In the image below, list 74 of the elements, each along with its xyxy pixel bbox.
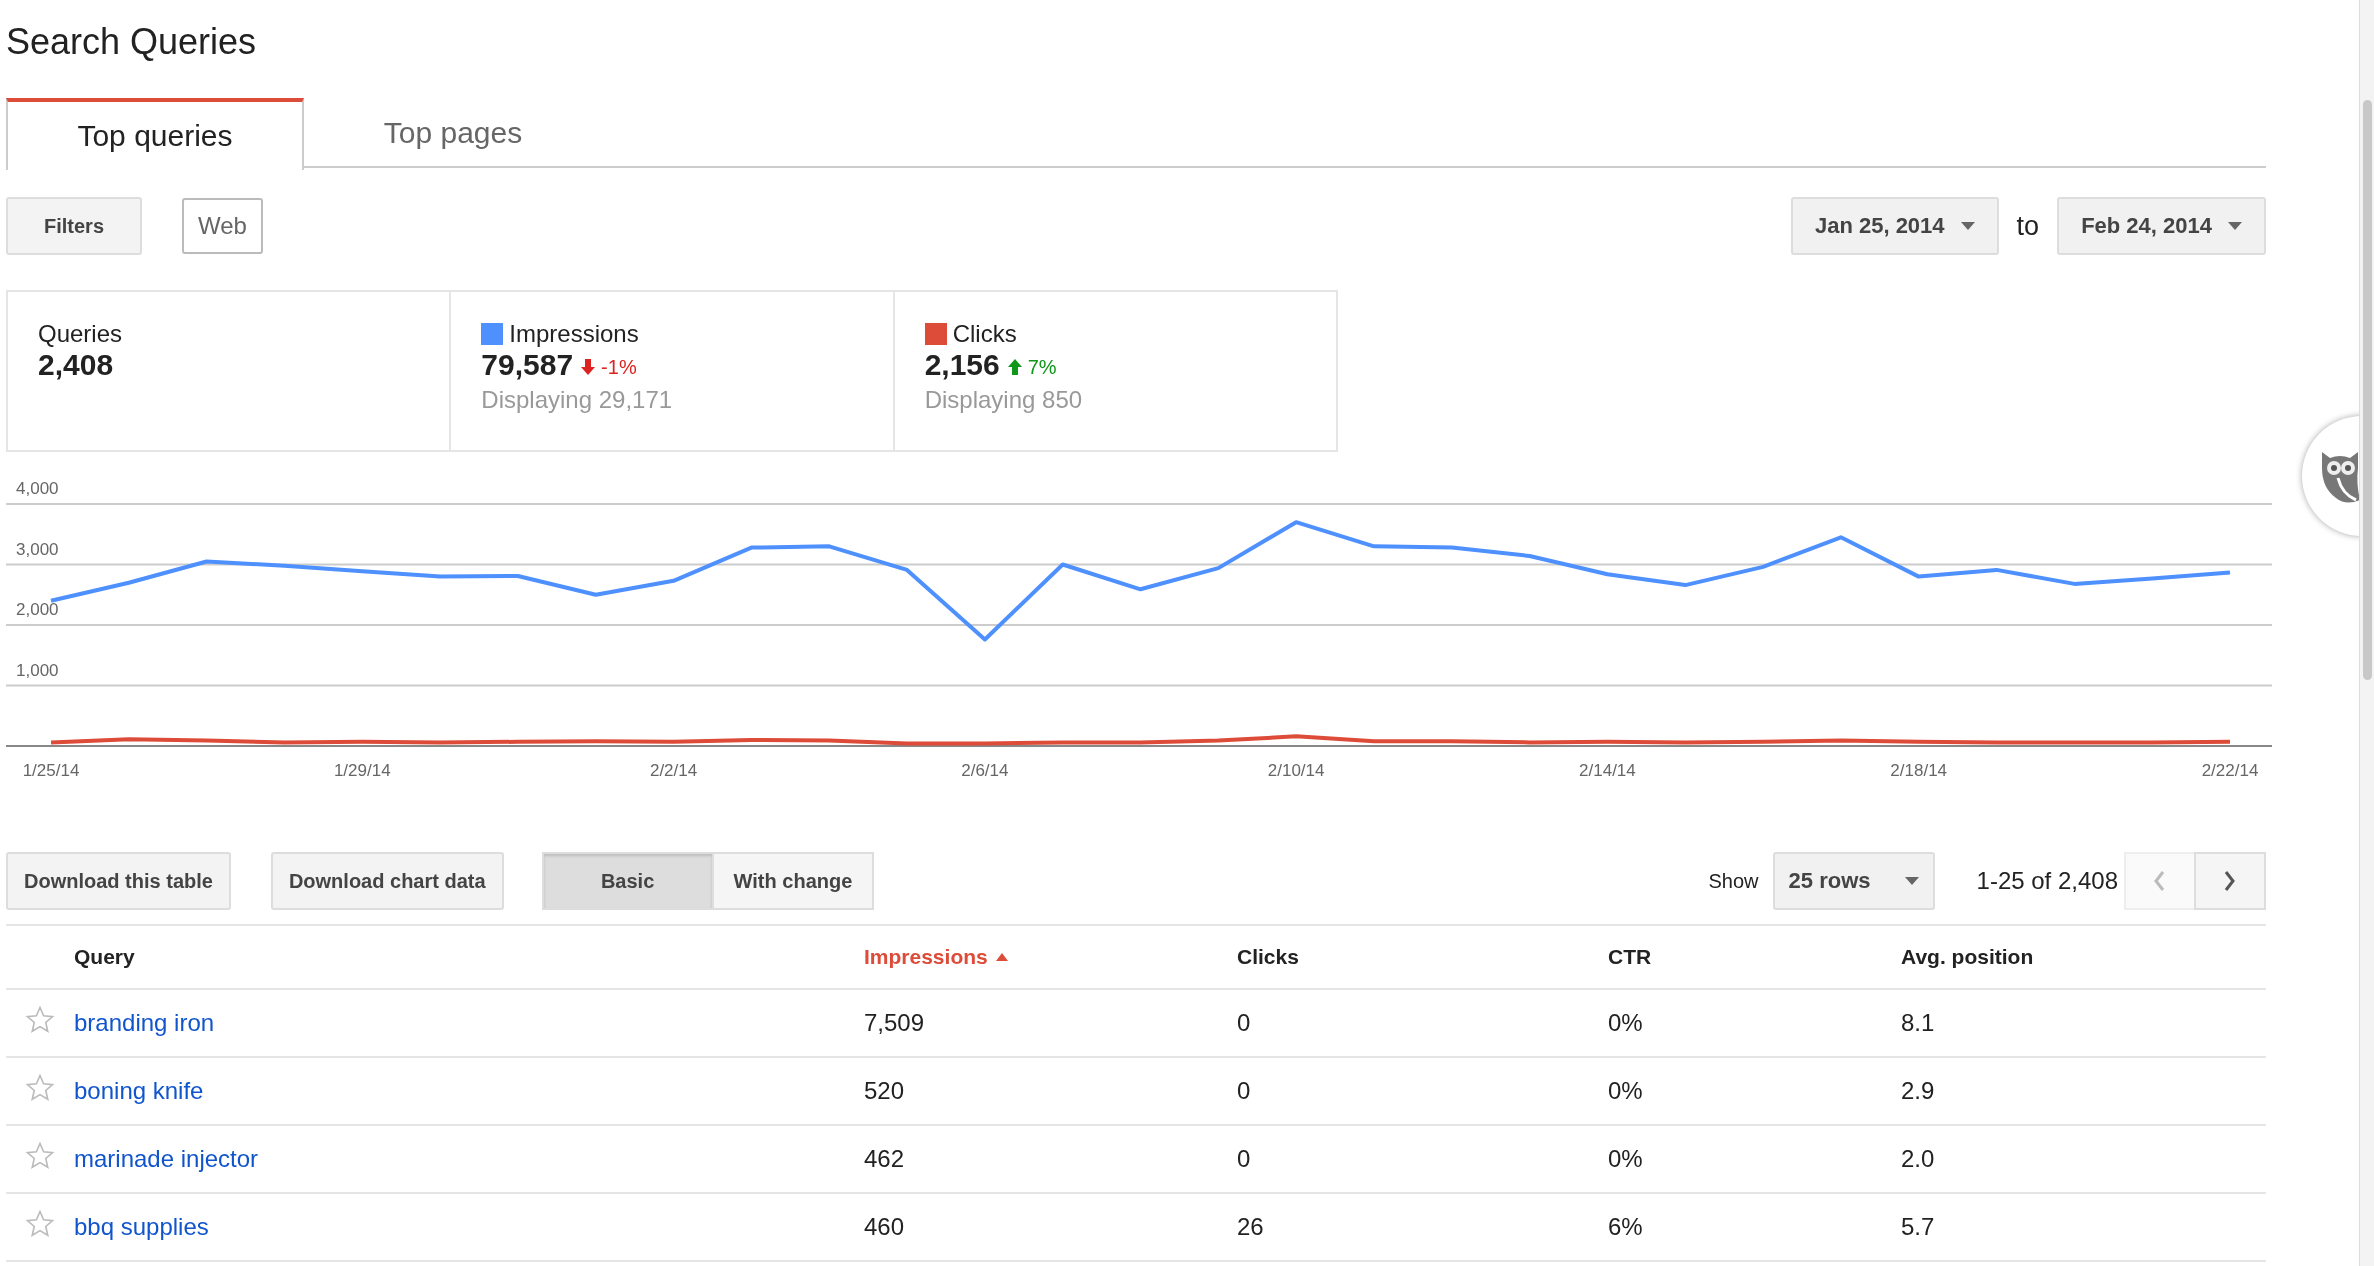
view-toggle[interactable]: With change [711,852,875,910]
caret-icon [2228,222,2242,230]
page-title: Search Queries [6,20,257,64]
chevron-right-icon [2223,870,2237,892]
table-cell: 0% [1608,1145,1643,1172]
x-axis-label: 2/10/14 [1267,761,1325,780]
stat-value: 79,587 [481,348,574,382]
query-link[interactable]: boning knife [74,1077,204,1104]
column-header[interactable]: Avg. position [1901,945,2034,969]
filters-button[interactable]: Filters [6,197,143,255]
view-toggle[interactable]: Basic [541,852,714,910]
star-icon[interactable] [25,1209,55,1239]
star-icon[interactable] [25,1141,55,1171]
star-icon[interactable] [25,1005,55,1035]
tab[interactable]: Top pages [304,98,602,168]
query-link[interactable]: branding iron [74,1009,215,1036]
stat-label: Queries [38,320,123,348]
table-cell: 26 [1237,1213,1264,1240]
table-cell: 0 [1237,1145,1251,1172]
stat-note: Displaying 850 [924,386,1084,414]
stat-value: 2,156 [924,348,1000,382]
table-cell: 6% [1608,1213,1643,1240]
x-axis-label: 1/29/14 [333,761,391,780]
y-axis-label: 3,000 [16,539,59,559]
x-axis-label: 2/22/14 [2201,761,2259,780]
legend-label: Clicks [952,320,1017,348]
table-cell: 5.7 [1901,1213,1935,1240]
query-link[interactable]: bbq supplies [74,1213,209,1240]
stat-note: Displaying 29,171 [481,386,674,414]
download-chart-button[interactable]: Download chart data [270,852,504,910]
tab[interactable]: Top queries [6,98,304,170]
x-axis-label: 2/18/14 [1890,761,1948,780]
table-cell: 0 [1237,1077,1251,1104]
query-link[interactable]: marinade injector [74,1145,259,1172]
table-cell: 520 [864,1077,905,1104]
y-axis-label: 4,000 [16,479,59,498]
table-cell: 2.0 [1901,1145,1935,1172]
start-date-dropdown[interactable]: Jan 25, 2014 [1790,197,1999,255]
y-axis-label: 2,000 [16,600,59,619]
page-range: 1-25 of 2,408 [1976,867,2118,895]
x-axis-label: 1/25/14 [22,761,80,780]
table-cell: 462 [864,1145,905,1172]
x-axis-label: 2/14/14 [1579,761,1636,780]
table-cell: 0% [1608,1077,1643,1104]
filter-chip[interactable]: Web [182,198,263,254]
download-table-button[interactable]: Download this table [6,852,231,910]
date-separator: to [2016,210,2040,242]
star-icon[interactable] [25,1073,55,1103]
end-date-dropdown[interactable]: Feb 24, 2014 [2057,197,2266,255]
column-header[interactable]: CTR [1608,945,1652,969]
column-header[interactable]: Impressions [864,945,1008,969]
x-axis-label: 2/2/14 [649,761,698,780]
next-page-button[interactable] [2194,852,2266,910]
caret-icon [1904,877,1919,885]
scrollbar[interactable] [2359,0,2374,1266]
x-axis-label: 2/6/14 [961,761,1009,780]
column-header[interactable]: Clicks [1237,945,1299,969]
table-cell: 460 [864,1213,905,1240]
change-value: -1% [601,355,637,379]
table-cell: 0% [1608,1009,1643,1036]
table-cell: 8.1 [1901,1009,1935,1036]
table-cell: 7,509 [864,1009,925,1036]
column-header[interactable]: Query [74,945,135,969]
chevron-left-icon [2153,870,2167,892]
y-axis-label: 1,000 [16,660,59,680]
rows-dropdown[interactable]: 25 rows [1772,852,1935,910]
change-value: 7% [1027,355,1057,379]
show-label: Show [1708,869,1759,893]
table-cell: 0 [1237,1009,1251,1036]
stat-value: 2,408 [38,348,114,382]
caret-icon [1960,222,1975,230]
legend-label: Impressions [509,320,639,348]
table-cell: 2.9 [1901,1077,1935,1104]
sort-arrow-icon [995,953,1008,961]
